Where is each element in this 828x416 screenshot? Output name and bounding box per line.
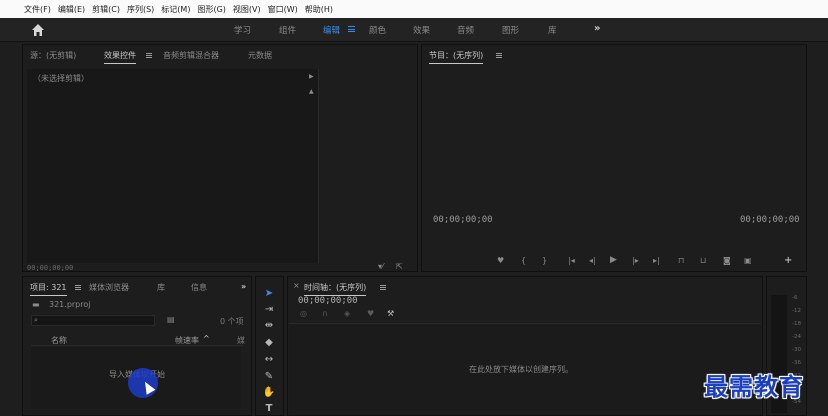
go-to-out-icon[interactable]: ▸| (653, 257, 660, 265)
wrench-icon[interactable]: ⚒ (387, 310, 394, 318)
project-overflow-icon[interactable]: » (241, 282, 246, 291)
ws-tab-learn[interactable]: 学习 (234, 24, 251, 36)
track-select-icon[interactable]: ⇥ (262, 303, 276, 317)
timeline-menu-icon[interactable] (380, 285, 386, 290)
marker-icon[interactable]: ♥ (367, 310, 374, 318)
menu-clip[interactable]: 剪辑(C) (92, 4, 120, 15)
play-icon[interactable]: ▶ (610, 256, 617, 265)
col-media[interactable]: 媒 (237, 335, 245, 346)
add-marker-timeline-icon[interactable]: ◈ (344, 310, 350, 318)
panel-menu-icon[interactable] (146, 53, 152, 58)
meter-tick: -24 (792, 334, 801, 340)
meter-tick: -12 (792, 308, 801, 314)
hand-tool-icon[interactable]: ✋ (262, 386, 276, 400)
tab-effect-controls[interactable]: 效果控件 (104, 50, 136, 64)
meter-tick: -36 (792, 360, 801, 366)
ws-tab-effects[interactable]: 效果 (413, 24, 430, 36)
add-button-icon[interactable]: + (784, 256, 792, 266)
menu-bar: 文件(F) 编辑(E) 剪辑(C) 序列(S) 标记(M) 图形(G) 视图(V… (0, 0, 828, 18)
razor-tool-icon[interactable]: ◆ (262, 336, 276, 350)
ws-menu-icon[interactable] (348, 26, 355, 32)
watermark: 最需教育 (704, 372, 804, 401)
mark-out-icon[interactable]: } (542, 257, 547, 265)
ws-tab-libraries[interactable]: 库 (548, 24, 557, 36)
add-marker-icon[interactable]: ♥ (497, 257, 504, 265)
meter-tick: -6 (792, 295, 798, 301)
workspace-bar: 学习 组件 编辑 颜色 效果 音频 图形 库 » (0, 18, 828, 42)
program-timecode-current[interactable]: 00;00;00;00 (433, 215, 493, 225)
ws-tab-graphics[interactable]: 图形 (502, 24, 519, 36)
ws-tab-assembly[interactable]: 组件 (279, 24, 296, 36)
tab-project[interactable]: 项目: 321 (30, 282, 67, 296)
tab-metadata[interactable]: 元数据 (248, 50, 272, 61)
meter-tick: -18 (792, 321, 801, 327)
tab-audio-clip-mixer[interactable]: 音频剪辑混合器 (163, 50, 219, 61)
search-input[interactable]: ⌕ (31, 315, 155, 326)
tab-media-browser[interactable]: 媒体浏览器 (89, 282, 129, 293)
type-tool-icon[interactable]: T (262, 402, 276, 416)
menu-view[interactable]: 视图(V) (233, 4, 261, 15)
sort-chevron-up-icon[interactable]: ^ (203, 335, 210, 343)
new-bin-icon[interactable]: ▤ (167, 316, 175, 324)
tab-libraries[interactable]: 库 (157, 282, 165, 293)
timeline-panel: × 时间轴：(无序列) 00;00;00;00 ◎ ∩ ◈ ♥ ⚒ 在此处放下媒… (287, 276, 763, 416)
menu-edit[interactable]: 编辑(E) (58, 4, 85, 15)
step-back-icon[interactable]: ◂| (589, 257, 596, 265)
project-menu-icon[interactable] (75, 285, 81, 290)
column-header-row: 名称 帧速率 ^ 媒 (31, 334, 245, 346)
step-forward-icon[interactable]: |▸ (632, 257, 639, 265)
menu-help[interactable]: 帮助(H) (305, 4, 333, 15)
home-icon[interactable] (31, 23, 45, 37)
program-menu-icon[interactable] (496, 53, 502, 58)
menu-graphics[interactable]: 图形(G) (197, 4, 225, 15)
tab-info[interactable]: 信息 (191, 282, 207, 293)
tab-program[interactable]: 节目：(无序列) (429, 50, 484, 64)
expand-arrow-icon[interactable]: ▶ (309, 74, 314, 80)
menu-window[interactable]: 窗口(W) (268, 4, 298, 15)
menu-markers[interactable]: 标记(M) (161, 4, 190, 15)
timeline-drop-area[interactable]: 在此处放下媒体以创建序列。 (289, 323, 761, 415)
tab-timeline[interactable]: 时间轴：(无序列) (304, 282, 367, 296)
mark-in-icon[interactable]: { (521, 257, 526, 265)
program-timecode-duration: 00;00;00;00 (740, 215, 800, 225)
scroll-up-icon[interactable]: ▲ (309, 89, 314, 95)
search-icon: ⌕ (34, 316, 38, 324)
pen-tool-icon[interactable]: ✎ (262, 370, 276, 384)
meter-tick: -30 (792, 347, 801, 353)
camera-icon[interactable]: ◙ (723, 257, 731, 265)
ws-tab-audio[interactable]: 音频 (457, 24, 474, 36)
timeline-drop-hint: 在此处放下媒体以创建序列。 (469, 365, 573, 374)
tab-source[interactable]: 源：(无剪辑) (30, 50, 76, 61)
lift-icon[interactable]: ⊓ (678, 257, 684, 265)
source-panel: 源：(无剪辑) 效果控件 音频剪辑混合器 元数据 （未选择剪辑） ▶ ▲ 00;… (22, 44, 418, 272)
timeline-timecode[interactable]: 00;00;00;00 (298, 296, 358, 306)
menu-file[interactable]: 文件(F) (24, 4, 51, 15)
close-icon[interactable]: × (293, 282, 300, 290)
source-timecode: 00;00;00;00 (27, 264, 74, 272)
effect-controls-list: （未选择剪辑） ▶ ▲ (27, 69, 319, 263)
filter-icon[interactable]: ▾⁄ (378, 263, 383, 271)
ripple-edit-icon[interactable]: ⇹ (262, 319, 276, 333)
no-clip-label: （未选择剪辑） (33, 74, 89, 83)
comparison-icon[interactable]: ▣ (744, 257, 752, 265)
slip-tool-icon[interactable]: ↔ (262, 353, 276, 367)
snap-icon[interactable]: ◎ (300, 310, 307, 318)
linked-selection-icon[interactable]: ∩ (322, 310, 328, 318)
go-to-in-icon[interactable]: |◂ (568, 257, 575, 265)
menu-sequence[interactable]: 序列(S) (127, 4, 154, 15)
folder-icon: ▬ (32, 300, 40, 309)
col-frame-rate[interactable]: 帧速率 (175, 335, 199, 346)
project-file-name: 321.prproj (49, 300, 91, 309)
ws-tab-editing[interactable]: 编辑 (323, 24, 340, 36)
item-count: 0 个项 (220, 317, 244, 326)
ws-overflow-icon[interactable]: » (594, 23, 600, 34)
col-name[interactable]: 名称 (51, 335, 67, 346)
extract-icon[interactable]: ⊔ (700, 257, 706, 265)
selection-tool-icon[interactable]: ➤ (262, 287, 276, 301)
program-panel: 节目：(无序列) 00;00;00;00 00;00;00;00 ♥ { } |… (421, 44, 807, 272)
export-icon[interactable]: ⇱ (396, 263, 403, 271)
ws-tab-color[interactable]: 颜色 (369, 24, 386, 36)
